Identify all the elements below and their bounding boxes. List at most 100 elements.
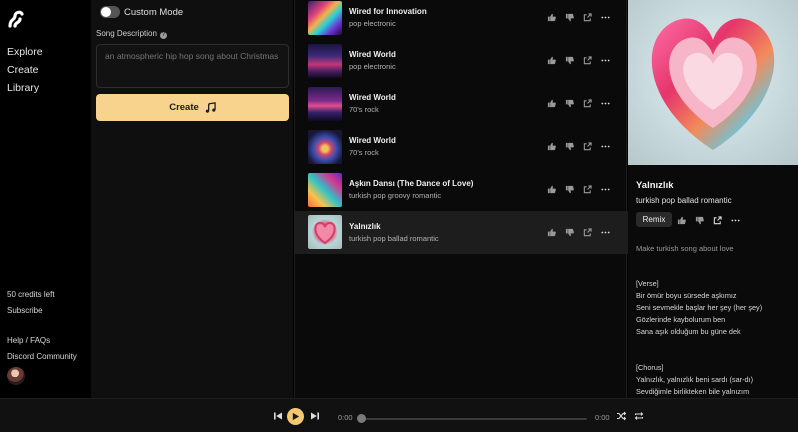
thumbs-down-icon[interactable] <box>694 215 704 225</box>
lyric-line: Bir ömür boyu sürsede aşkımız <box>636 291 737 300</box>
thumbs-down-icon[interactable] <box>564 98 574 108</box>
lyric-line: Yalnızlık, yalnızlık beni sardı (sar-dı) <box>636 375 754 384</box>
help-icon[interactable]: ? <box>159 32 167 39</box>
song-row[interactable]: Wired World 70's rock <box>295 129 628 172</box>
remix-button[interactable]: Remix <box>636 212 672 227</box>
share-icon[interactable] <box>582 141 592 151</box>
thumbs-up-icon[interactable] <box>546 227 556 237</box>
thumbs-up-icon[interactable] <box>546 184 556 194</box>
nav-library[interactable]: Library <box>7 82 39 94</box>
song-tags: 70's rock <box>349 105 379 114</box>
thumbs-down-icon[interactable] <box>564 12 574 22</box>
repeat-icon[interactable] <box>633 410 645 422</box>
thumbs-down-icon[interactable] <box>564 184 574 194</box>
song-description-input[interactable] <box>96 44 289 88</box>
previous-track-icon[interactable] <box>272 410 284 422</box>
help-faqs-link[interactable]: Help / FAQs <box>7 336 50 345</box>
share-icon[interactable] <box>582 12 592 22</box>
share-icon[interactable] <box>582 98 592 108</box>
share-icon[interactable] <box>582 55 592 65</box>
thumbs-up-icon[interactable] <box>676 215 686 225</box>
song-row[interactable]: Aşkın Dansı (The Dance of Love) turkish … <box>295 172 628 215</box>
share-icon[interactable] <box>582 227 592 237</box>
more-options-icon[interactable] <box>730 215 740 225</box>
share-icon[interactable] <box>582 184 592 194</box>
song-thumbnail <box>308 1 342 35</box>
row-actions <box>546 227 610 237</box>
app-logo[interactable] <box>6 9 26 29</box>
song-tags: 70's rock <box>349 148 379 157</box>
thumbs-up-icon[interactable] <box>546 98 556 108</box>
song-row-selected[interactable]: Yalnızlık turkish pop ballad romantic <box>295 211 628 254</box>
song-thumbnail <box>308 215 342 249</box>
more-options-icon[interactable] <box>600 12 610 22</box>
more-options-icon[interactable] <box>600 98 610 108</box>
more-options-icon[interactable] <box>600 184 610 194</box>
song-tags: pop electronic <box>349 62 396 71</box>
progress-track[interactable] <box>361 418 587 420</box>
progress-handle[interactable] <box>357 414 366 423</box>
song-description-label-text: Song Description <box>96 29 157 38</box>
song-title[interactable]: Yalnızlık <box>349 222 381 231</box>
song-title[interactable]: Wired World <box>349 50 396 59</box>
next-track-icon[interactable] <box>309 410 321 422</box>
player-bar: 0:00 0:00 <box>0 398 798 432</box>
song-thumbnail <box>308 173 342 207</box>
song-row[interactable]: Wired World pop electronic <box>295 43 628 86</box>
lyric-line: [Chorus] <box>636 363 664 372</box>
song-thumbnail <box>308 130 342 164</box>
custom-mode-toggle[interactable] <box>100 6 120 18</box>
play-icon <box>292 412 300 421</box>
create-panel: Custom Mode Song Description? Create <box>91 0 293 398</box>
detail-song-title: Yalnızlık <box>636 180 674 191</box>
song-description-label: Song Description? <box>96 29 167 39</box>
more-options-icon[interactable] <box>600 227 610 237</box>
detail-actions <box>676 215 740 225</box>
lyric-line: Seni sevmekle başlar her şey (her şey) <box>636 303 763 312</box>
avatar[interactable] <box>7 367 25 385</box>
more-options-icon[interactable] <box>600 55 610 65</box>
share-icon[interactable] <box>712 215 722 225</box>
thumbs-up-icon[interactable] <box>546 12 556 22</box>
create-button-label: Create <box>169 102 199 113</box>
song-thumbnail <box>308 44 342 78</box>
thumbs-down-icon[interactable] <box>564 55 574 65</box>
song-detail-panel: Yalnızlık turkish pop ballad romantic Re… <box>628 0 798 398</box>
shuffle-icon[interactable] <box>615 410 627 422</box>
row-actions <box>546 98 610 108</box>
nav-explore[interactable]: Explore <box>7 46 43 58</box>
play-button[interactable] <box>287 408 304 425</box>
song-title[interactable]: Wired World <box>349 93 396 102</box>
heart-icon <box>651 18 775 150</box>
song-list: Wired for Innovation pop electronic Wire… <box>294 0 628 398</box>
music-note-icon <box>205 102 216 113</box>
cover-art <box>628 0 798 165</box>
discord-link[interactable]: Discord Community <box>7 352 77 361</box>
song-title[interactable]: Wired for Innovation <box>349 7 427 16</box>
thumbs-up-icon[interactable] <box>546 55 556 65</box>
lyric-line: Gözlerinde kaybolurum ben <box>636 315 726 324</box>
song-title[interactable]: Aşkın Dansı (The Dance of Love) <box>349 179 473 188</box>
song-prompt: Make turkish song about love <box>636 244 734 253</box>
nav-create[interactable]: Create <box>7 64 39 76</box>
credits-left: 50 credits left <box>7 290 55 299</box>
heart-icon <box>314 221 336 245</box>
row-actions <box>546 141 610 151</box>
subscribe-link[interactable]: Subscribe <box>7 306 43 315</box>
lyrics: [Verse] Bir ömür boyu sürsede aşkımız Se… <box>636 278 762 398</box>
thumbs-down-icon[interactable] <box>564 227 574 237</box>
thumbs-up-icon[interactable] <box>546 141 556 151</box>
more-options-icon[interactable] <box>600 141 610 151</box>
create-button[interactable]: Create <box>96 94 289 121</box>
song-row[interactable]: Wired for Innovation pop electronic <box>295 0 628 43</box>
row-actions <box>546 55 610 65</box>
lyric-line: [Verse] <box>636 279 659 288</box>
row-actions <box>546 12 610 22</box>
detail-song-tags: turkish pop ballad romantic <box>636 196 732 205</box>
row-actions <box>546 184 610 194</box>
song-title[interactable]: Wired World <box>349 136 396 145</box>
thumbs-down-icon[interactable] <box>564 141 574 151</box>
current-time: 0:00 <box>338 413 353 422</box>
song-row[interactable]: Wired World 70's rock <box>295 86 628 129</box>
lyric-line: Sevdiğimle birlikteken bile yalnızım <box>636 387 750 396</box>
